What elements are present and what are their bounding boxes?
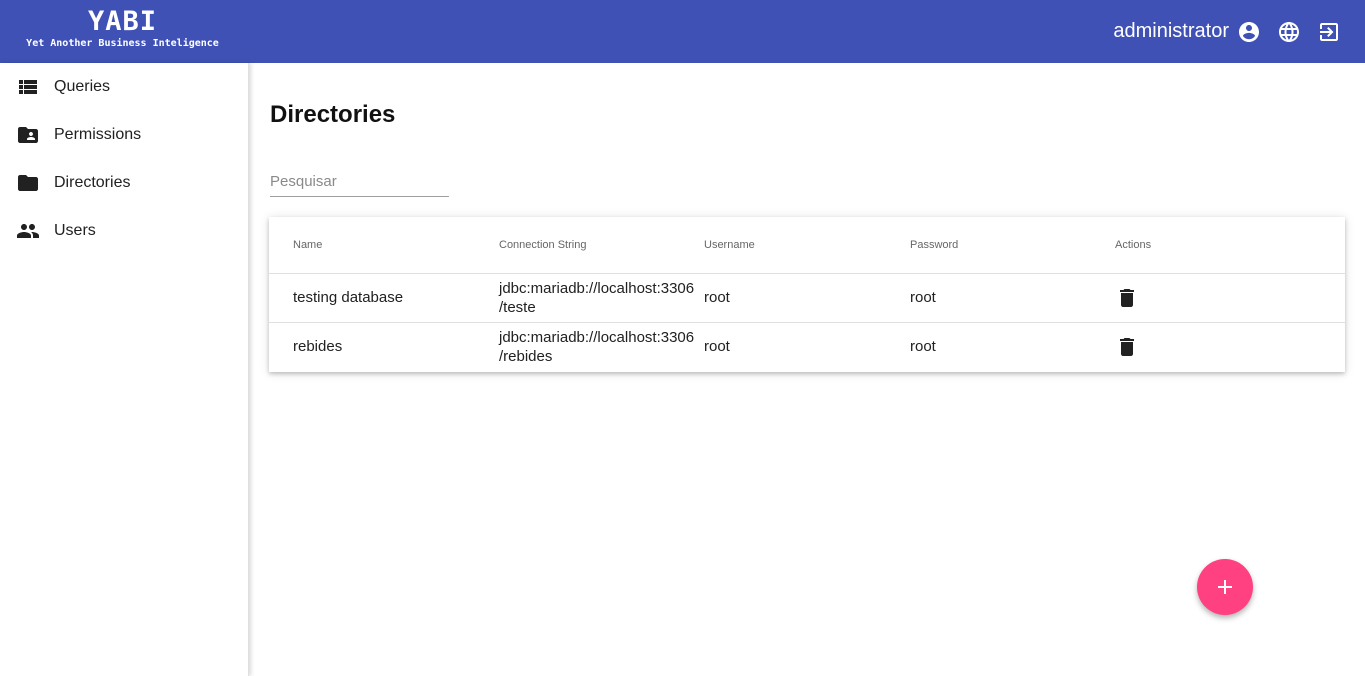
user-name: administrator: [1113, 20, 1229, 42]
sidebar-item-users[interactable]: Users: [0, 207, 248, 255]
cell-name: rebides: [293, 338, 343, 356]
column-header-username[interactable]: Username: [704, 217, 910, 274]
top-app-bar: YABI Yet Another Business Inteligence ad…: [0, 0, 1365, 63]
cell-name: testing database: [269, 273, 499, 323]
brand[interactable]: YABI Yet Another Business Inteligence: [20, 6, 225, 50]
cell-connection-string: jdbc:mariadb://localhost:3306 /teste: [499, 273, 704, 323]
table-row[interactable]: rebides jdbc:mariadb://localhost:3306 /r…: [269, 322, 1345, 371]
cell-password: root: [910, 338, 936, 356]
globe-icon[interactable]: [1277, 20, 1301, 44]
column-header-actions: Actions: [1115, 217, 1345, 274]
sidebar-item-label: Permissions: [54, 126, 142, 143]
folder-icon: [16, 171, 40, 195]
directories-table-card: Name Connection String Username Password…: [269, 217, 1345, 372]
sidebar-item-label: Users: [54, 222, 96, 239]
delete-icon[interactable]: [1115, 286, 1139, 310]
connection-string-line: /teste: [499, 298, 536, 316]
sidebar-item-queries[interactable]: Queries: [0, 63, 248, 111]
sidebar-item-permissions[interactable]: Permissions: [0, 111, 248, 159]
logout-icon[interactable]: [1317, 20, 1341, 44]
sidebar-item-directories[interactable]: Directories: [0, 159, 248, 207]
connection-string-line: jdbc:mariadb://localhost:3306: [499, 328, 695, 346]
cell-actions: [1115, 322, 1345, 371]
delete-icon[interactable]: [1115, 335, 1139, 359]
add-icon: [1218, 580, 1232, 594]
column-header-connection-string[interactable]: Connection String: [499, 217, 704, 274]
directories-table: Name Connection String Username Password…: [269, 217, 1345, 371]
page-title: Directories: [270, 101, 396, 128]
cell-password: root: [910, 273, 1115, 323]
connection-string-line: jdbc:mariadb://localhost:3306: [499, 279, 695, 297]
connection-string-line: /rebides: [499, 347, 553, 365]
list-icon: [16, 75, 40, 99]
app-title: YABI: [87, 6, 158, 37]
cell-actions: [1115, 273, 1345, 323]
column-header-password[interactable]: Password: [910, 217, 1115, 274]
sidebar: Queries Permissions Directories Users: [0, 63, 249, 676]
cell-username: root: [704, 338, 730, 356]
sidebar-item-label: Directories: [54, 174, 131, 191]
cell-connection-string: jdbc:mariadb://localhost:3306 /rebides: [499, 322, 704, 371]
table-row[interactable]: testing database jdbc:mariadb://localhos…: [269, 273, 1345, 323]
app-subtitle: Yet Another Business Inteligence: [26, 38, 219, 49]
sidebar-item-label: Queries: [54, 78, 111, 95]
people-icon: [16, 219, 40, 243]
account-circle-icon[interactable]: [1237, 20, 1261, 44]
search-input[interactable]: [270, 167, 449, 197]
table-header-row: Name Connection String Username Password…: [269, 217, 1345, 274]
cell-username: root: [704, 273, 910, 323]
folder-shared-icon: [16, 123, 40, 147]
add-directory-button[interactable]: [1197, 559, 1253, 615]
column-header-name[interactable]: Name: [269, 217, 499, 274]
